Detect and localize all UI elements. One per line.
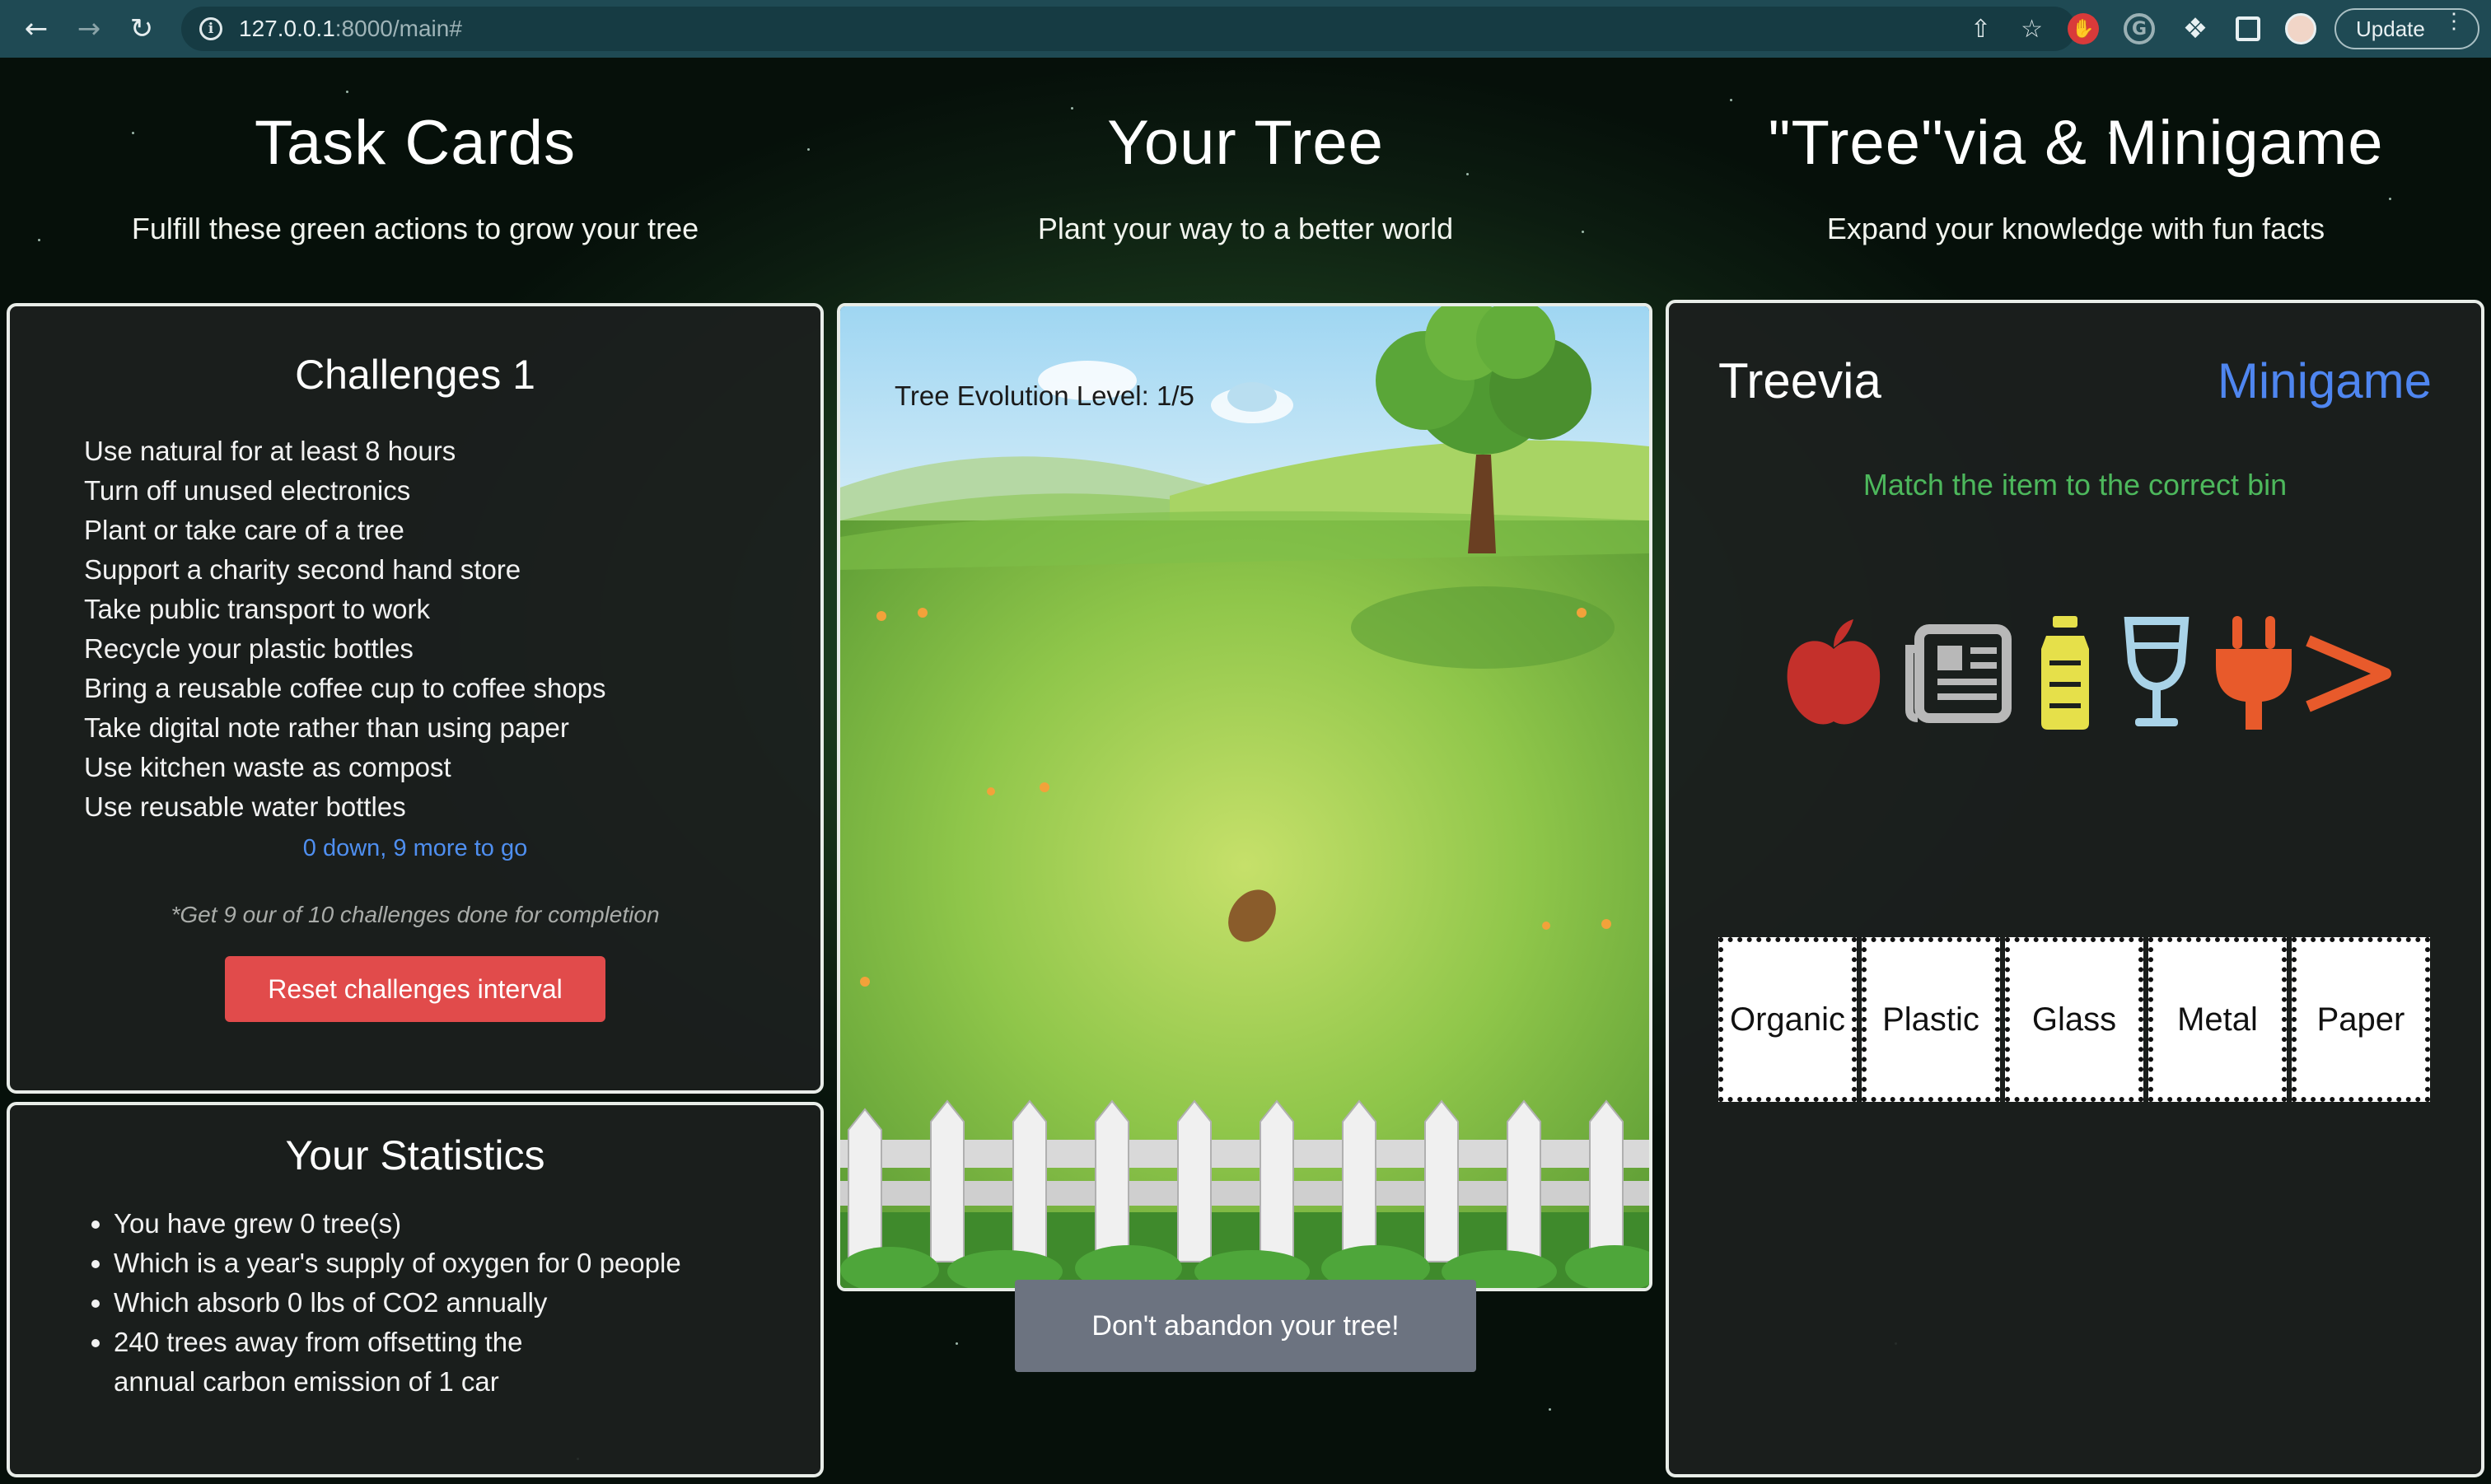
bin-glass[interactable]: Glass bbox=[2005, 937, 2143, 1102]
reset-challenges-button[interactable]: Reset challenges interval bbox=[225, 956, 605, 1022]
recycling-bins: Organic Plastic Glass Metal Paper bbox=[1718, 937, 2430, 1102]
statistics-title: Your Statistics bbox=[285, 1132, 545, 1178]
update-button[interactable]: Update ⋮ bbox=[2334, 8, 2479, 49]
extension-grammarly-icon[interactable]: G bbox=[2124, 13, 2155, 44]
tree-subtitle: Plant your way to a better world bbox=[1037, 212, 1454, 245]
address-bar[interactable]: i 127.0.0.1:8000/main# ⇧ ☆ bbox=[181, 7, 2076, 51]
browser-toolbar: ← → ↻ i 127.0.0.1:8000/main# ⇧ ☆ ✋ G ❖ U… bbox=[0, 0, 2491, 58]
statistics-card: Your Statistics You have grew 0 tree(s) … bbox=[7, 1102, 824, 1477]
forward-icon[interactable]: → bbox=[64, 4, 114, 54]
statistic-item: annual carbon emission of 1 car bbox=[114, 1366, 499, 1397]
statistic-item: Which is a year's supply of oxygen for 0… bbox=[114, 1244, 820, 1283]
challenge-item[interactable]: Use natural for at least 8 hours bbox=[84, 432, 820, 471]
treevia-title: "Tree"via & Minigame bbox=[1768, 108, 2384, 178]
bookmark-star-icon[interactable]: ☆ bbox=[2021, 15, 2043, 44]
challenge-item[interactable]: Turn off unused electronics bbox=[84, 471, 820, 511]
tree-title: Your Tree bbox=[1107, 108, 1384, 178]
statistic-item: 240 trees away from offsetting the bbox=[114, 1323, 820, 1362]
challenge-item[interactable]: Take public transport to work bbox=[84, 590, 820, 629]
tasks-title: Task Cards bbox=[254, 108, 577, 178]
statistic-item: Which absorb 0 lbs of CO2 annually bbox=[114, 1283, 820, 1323]
tasks-subtitle: Fulfill these green actions to grow your… bbox=[131, 212, 699, 245]
back-icon[interactable]: ← bbox=[12, 4, 61, 54]
challenge-item[interactable]: Take digital note rather than using pape… bbox=[84, 708, 820, 748]
extension-adblock-icon[interactable]: ✋ bbox=[2068, 13, 2099, 44]
challenges-card: Challenges 1 Use natural for at least 8 … bbox=[7, 303, 824, 1094]
bin-paper[interactable]: Paper bbox=[2292, 937, 2430, 1102]
tasks-header: Task Cards Fulfill these green actions t… bbox=[3, 107, 827, 246]
bin-plastic[interactable]: Plastic bbox=[1862, 937, 2000, 1102]
challenge-progress: 0 down, 9 more to go bbox=[302, 835, 528, 861]
treevia-subtitle: Expand your knowledge with fun facts bbox=[1826, 212, 2325, 245]
challenge-item[interactable]: Use kitchen waste as compost bbox=[84, 748, 820, 787]
tree-level-label: Tree Evolution Level: 1/5 bbox=[895, 380, 1194, 411]
abandon-tree-button[interactable]: Don't abandon your tree! bbox=[1015, 1280, 1476, 1372]
treevia-header: "Tree"via & Minigame Expand your knowled… bbox=[1664, 107, 2488, 246]
treevia-card: Treevia Minigame Match the item to the c… bbox=[1666, 300, 2484, 1477]
arrow-right-icon[interactable] bbox=[2303, 632, 2394, 715]
bin-organic[interactable]: Organic bbox=[1718, 937, 1857, 1102]
challenge-item[interactable]: Use reusable water bottles bbox=[84, 787, 820, 827]
bin-metal[interactable]: Metal bbox=[2148, 937, 2287, 1102]
minigame-instruction: Match the item to the correct bin bbox=[1862, 468, 2288, 502]
tab-treevia[interactable]: Treevia bbox=[1718, 352, 1881, 409]
url-text: 127.0.0.1:8000/main# bbox=[239, 16, 462, 41]
apple-icon[interactable] bbox=[1784, 616, 1883, 731]
side-panel-icon[interactable] bbox=[2236, 16, 2260, 41]
challenges-title: Challenges 1 bbox=[295, 352, 535, 398]
challenge-item[interactable]: Bring a reusable coffee cup to coffee sh… bbox=[84, 669, 820, 708]
tree-scene-illustration bbox=[840, 306, 1649, 1288]
completion-note: *Get 9 our of 10 challenges done for com… bbox=[171, 902, 660, 927]
challenge-item[interactable]: Support a charity second hand store bbox=[84, 550, 820, 590]
site-info-icon[interactable]: i bbox=[199, 17, 222, 40]
tab-minigame[interactable]: Minigame bbox=[2218, 352, 2432, 409]
share-icon[interactable]: ⇧ bbox=[1970, 15, 1991, 44]
challenge-list: Use natural for at least 8 hours Turn of… bbox=[84, 432, 820, 827]
bottle-icon[interactable] bbox=[2036, 616, 2094, 731]
menu-dots-icon[interactable]: ⋮ bbox=[2443, 10, 2465, 31]
statistic-item: You have grew 0 tree(s) bbox=[114, 1204, 820, 1244]
challenge-item[interactable]: Recycle your plastic bottles bbox=[84, 629, 820, 669]
reload-icon[interactable]: ↻ bbox=[117, 4, 166, 54]
plug-icon[interactable] bbox=[2213, 616, 2295, 731]
statistics-list: You have grew 0 tree(s) Which is a year'… bbox=[114, 1204, 820, 1402]
extensions-puzzle-icon[interactable]: ❖ bbox=[2180, 12, 2211, 45]
challenge-item[interactable]: Plant or take care of a tree bbox=[84, 511, 820, 550]
newspaper-icon[interactable] bbox=[1904, 624, 2012, 723]
tree-header: Your Tree Plant your way to a better wor… bbox=[834, 107, 1657, 246]
wine-glass-icon[interactable] bbox=[2122, 616, 2191, 731]
tree-scene: Tree Evolution Level: 1/5 bbox=[837, 303, 1652, 1291]
draggable-items bbox=[1784, 616, 2410, 731]
profile-avatar[interactable] bbox=[2285, 13, 2316, 44]
